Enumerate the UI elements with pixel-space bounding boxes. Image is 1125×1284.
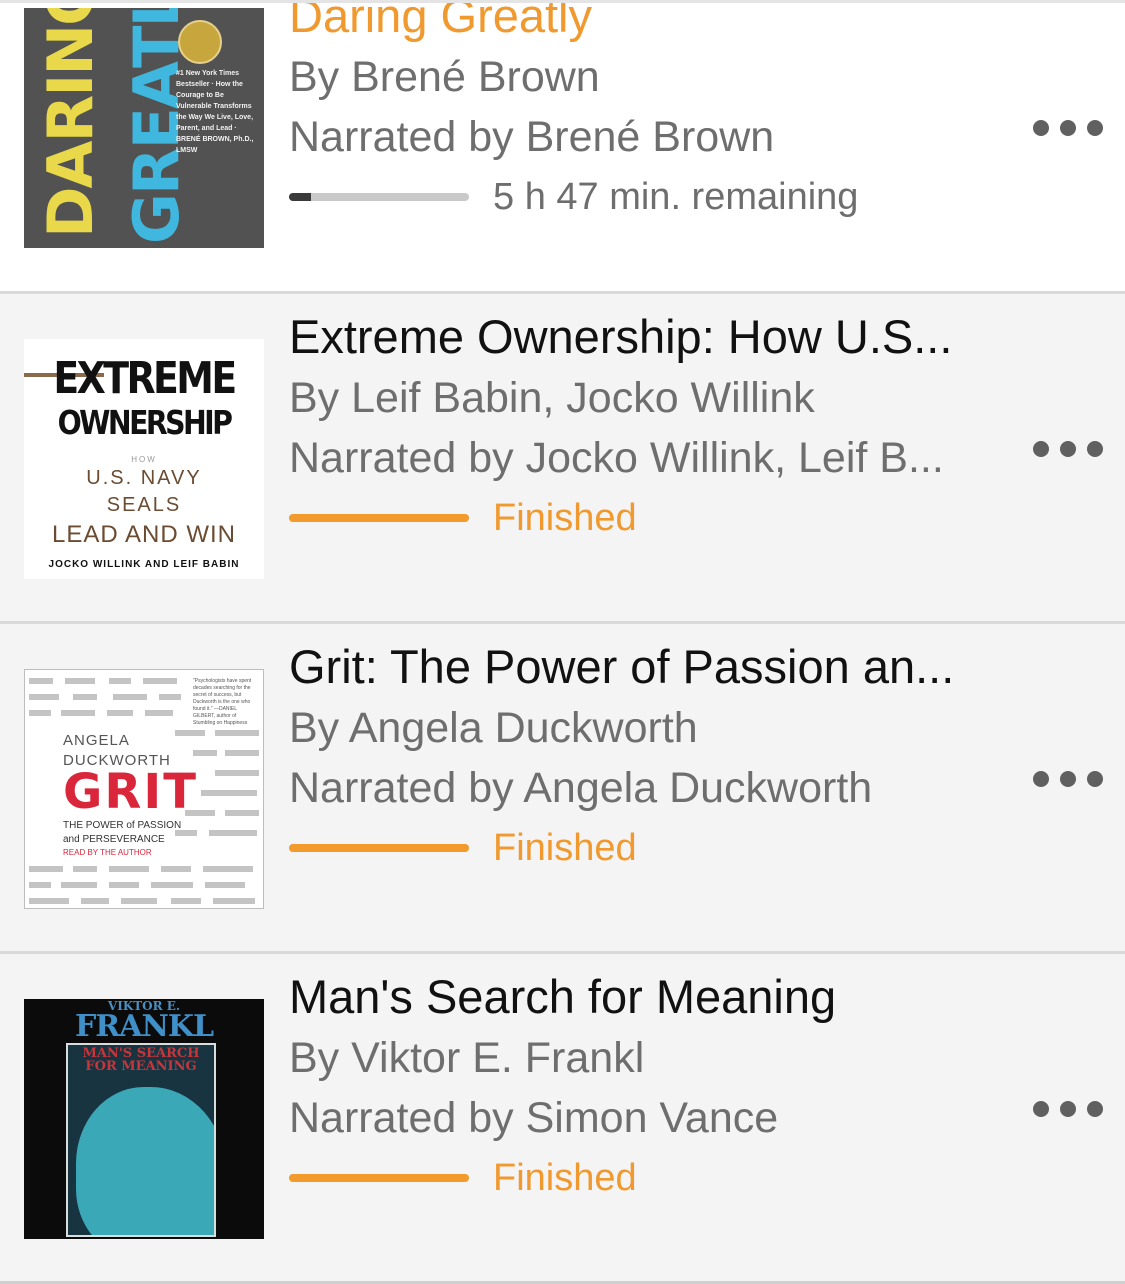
book-author: By Angela Duckworth	[289, 704, 698, 752]
more-options-icon[interactable]	[1033, 434, 1103, 464]
book-title[interactable]: Extreme Ownership: How U.S...	[289, 306, 1009, 368]
progress-line: 5 h 47 min. remaining	[289, 167, 1009, 225]
cover-text: SEALS	[106, 494, 182, 516]
cover-art-extreme-ownership[interactable]: EXTREME OWNERSHIP HOW U.S. NAVY SEALS LE…	[24, 339, 264, 579]
progress-fill	[289, 514, 469, 522]
dot	[1033, 441, 1049, 457]
cover-text: JOCKO WILLINK AND LEIF BABIN	[48, 559, 240, 570]
more-options-icon[interactable]	[1033, 764, 1103, 794]
dot	[1087, 1101, 1103, 1117]
dot	[1033, 1101, 1049, 1117]
cover-text: OWNERSHIP	[57, 403, 233, 442]
cover-text: and PERSEVERANCE	[63, 834, 165, 845]
progress-bar	[289, 1174, 469, 1182]
finished-label: Finished	[493, 1157, 637, 1199]
cover-text: READ BY THE AUTHOR	[63, 848, 152, 857]
cover-text: DARING	[34, 8, 107, 238]
library-row-grit[interactable]: "Psychologists have spent decades search…	[0, 624, 1125, 954]
book-author: By Viktor E. Frankl	[289, 1034, 645, 1082]
finished-label: Finished	[493, 827, 637, 869]
cover-title: MAN'S SEARCH FOR MEANING	[82, 1046, 200, 1074]
book-narrator: Narrated by Jocko Willink, Leif B...	[289, 434, 944, 482]
book-narrator: Narrated by Simon Vance	[289, 1094, 779, 1142]
dot	[1033, 120, 1049, 136]
cover-blurb: #1 New York Times Bestseller · How the C…	[176, 70, 254, 154]
book-author: By Brené Brown	[289, 53, 600, 101]
book-title[interactable]: Grit: The Power of Passion an...	[289, 636, 1009, 698]
progress-line: Finished	[289, 1148, 1009, 1206]
dot	[1060, 1101, 1076, 1117]
progress-bar	[289, 844, 469, 852]
book-title[interactable]: Man's Search for Meaning	[289, 966, 1009, 1028]
cover-art-daring-greatly[interactable]: DARING GREATLY #1 New York Times Bestsel…	[24, 8, 264, 248]
dot	[1060, 771, 1076, 787]
cover-text: THE POWER of PASSION	[63, 820, 182, 831]
library-row-mans-search-for-meaning[interactable]: VIKTOR E. FRANKL MAN'S SEARCH FOR MEANIN…	[0, 954, 1125, 1284]
cover-art-mans-search-for-meaning[interactable]: VIKTOR E. FRANKL MAN'S SEARCH FOR MEANIN…	[24, 999, 264, 1239]
cover-art-grit[interactable]: "Psychologists have spent decades search…	[24, 669, 264, 909]
library-row-extreme-ownership[interactable]: EXTREME OWNERSHIP HOW U.S. NAVY SEALS LE…	[0, 294, 1125, 624]
dot	[1060, 120, 1076, 136]
dot	[1060, 441, 1076, 457]
progress-fill	[289, 1174, 469, 1182]
book-narrator: Narrated by Angela Duckworth	[289, 764, 873, 812]
dot	[1087, 771, 1103, 787]
library-list: DARING GREATLY #1 New York Times Bestsel…	[0, 0, 1125, 1284]
title-info: Daring Greatly By Brené Brown Narrated b…	[289, 3, 1009, 225]
cover-text: U.S. NAVY	[86, 467, 202, 489]
portrait-frame: MAN'S SEARCH FOR MEANING	[66, 1043, 216, 1237]
more-options-icon[interactable]	[1033, 113, 1103, 143]
book-author: By Leif Babin, Jocko Willink	[289, 374, 815, 422]
title-info: Extreme Ownership: How U.S... By Leif Ba…	[289, 306, 1009, 546]
cover-text: EXTREME	[53, 353, 237, 404]
progress-bar	[289, 193, 469, 201]
award-seal-icon	[178, 20, 222, 64]
time-remaining: 5 h 47 min. remaining	[493, 176, 859, 218]
finished-label: Finished	[493, 497, 637, 539]
more-options-icon[interactable]	[1033, 1094, 1103, 1124]
cover-text: FRANKL	[74, 1009, 214, 1044]
cover-quote: "Psychologists have spent decades search…	[193, 678, 252, 726]
cover-text: LEAD AND WIN	[51, 521, 237, 548]
dot	[1033, 771, 1049, 787]
progress-line: Finished	[289, 488, 1009, 546]
title-info: Man's Search for Meaning By Viktor E. Fr…	[289, 966, 1009, 1206]
book-title[interactable]: Daring Greatly	[289, 3, 1009, 47]
library-row-daring-greatly[interactable]: DARING GREATLY #1 New York Times Bestsel…	[0, 3, 1125, 294]
progress-fill	[289, 844, 469, 852]
progress-line: Finished	[289, 818, 1009, 876]
progress-fill	[289, 193, 311, 201]
cover-text: ANGELA	[63, 732, 130, 749]
cover-title: GRIT	[63, 764, 198, 820]
book-narrator: Narrated by Brené Brown	[289, 113, 775, 161]
cover-text: HOW	[131, 455, 157, 464]
portrait-image	[76, 1087, 214, 1235]
progress-bar	[289, 514, 469, 522]
title-info: Grit: The Power of Passion an... By Ange…	[289, 636, 1009, 876]
dot	[1087, 441, 1103, 457]
dot	[1087, 120, 1103, 136]
